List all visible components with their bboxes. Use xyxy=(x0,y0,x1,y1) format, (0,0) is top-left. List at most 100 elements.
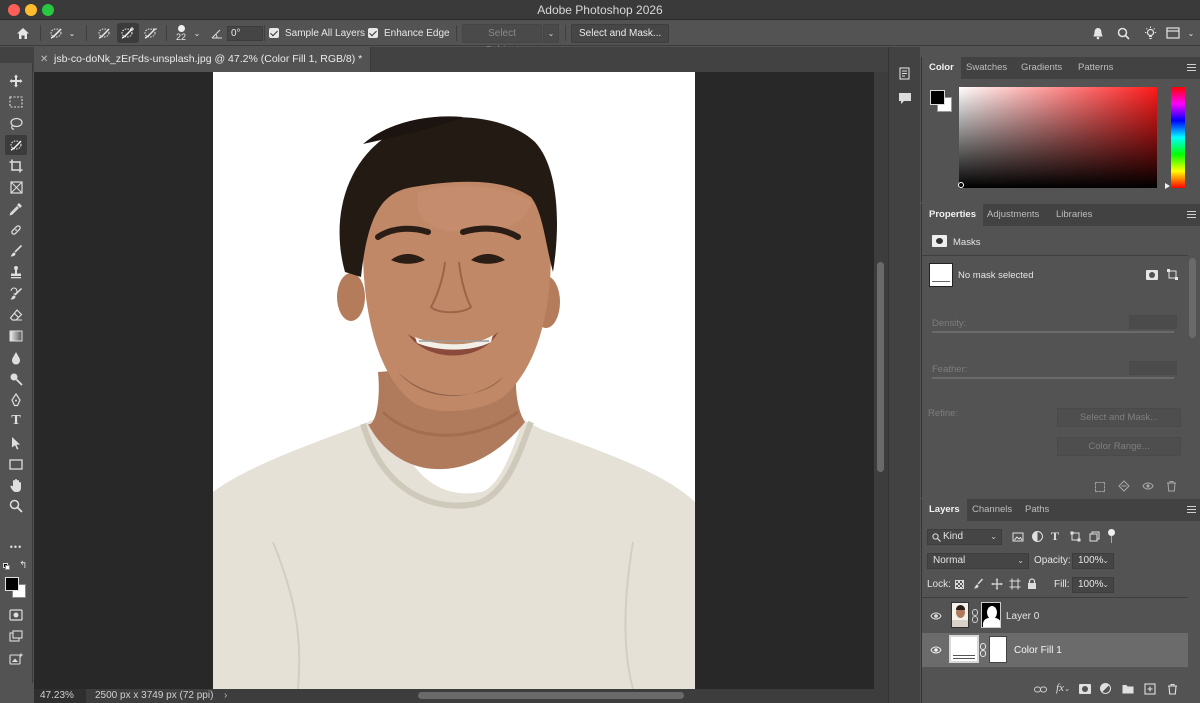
feather-slider[interactable] xyxy=(932,377,1174,379)
delete-mask-trash-icon[interactable] xyxy=(1166,480,1177,495)
pen-tool-icon[interactable] xyxy=(5,390,27,410)
new-layer-icon[interactable] xyxy=(1144,683,1156,698)
layer-name[interactable]: Layer 0 xyxy=(1006,611,1039,622)
delete-layer-trash-icon[interactable] xyxy=(1167,683,1178,698)
document-tab[interactable]: ✕ jsb-co-doNk_zErFds-unsplash.jpg @ 47.2… xyxy=(34,47,372,72)
screen-mode-icon[interactable] xyxy=(5,626,27,646)
new-adjustment-layer-icon[interactable] xyxy=(1100,683,1111,694)
filter-toggle-icon[interactable] xyxy=(1108,529,1115,536)
eyedropper-tool-icon[interactable] xyxy=(5,199,27,219)
tool-preset-picker[interactable]: ⌄ xyxy=(46,23,78,43)
dodge-tool-icon[interactable] xyxy=(5,369,27,389)
foreground-color-swatch[interactable] xyxy=(5,577,19,591)
link-layers-icon[interactable] xyxy=(1034,685,1047,697)
eraser-tool-icon[interactable] xyxy=(5,305,27,325)
add-layer-mask-icon[interactable] xyxy=(1079,684,1091,694)
new-group-folder-icon[interactable] xyxy=(1122,684,1134,697)
tab-libraries[interactable]: Libraries xyxy=(1049,204,1099,226)
properties-panel-menu-icon[interactable] xyxy=(1187,211,1196,218)
add-vector-mask-icon[interactable] xyxy=(1166,268,1179,284)
density-slider[interactable] xyxy=(932,331,1174,333)
subtract-from-selection-button[interactable] xyxy=(140,23,162,43)
search-icon[interactable] xyxy=(1114,23,1132,43)
add-pixel-mask-icon[interactable] xyxy=(1146,270,1158,280)
chain-link-icon[interactable] xyxy=(972,609,978,626)
disable-mask-eye-icon[interactable] xyxy=(1142,481,1154,494)
add-to-selection-button[interactable] xyxy=(117,23,139,43)
layer-0-mask-thumbnail[interactable] xyxy=(981,602,1001,628)
rectangle-tool-icon[interactable] xyxy=(5,454,27,474)
tab-layers[interactable]: Layers xyxy=(922,499,967,521)
properties-scrollbar[interactable] xyxy=(1189,258,1196,338)
fill-field[interactable]: 100% ⌄ xyxy=(1072,577,1114,593)
comments-panel-icon[interactable] xyxy=(896,89,914,107)
chain-link-icon[interactable] xyxy=(980,643,986,660)
gradient-tool-icon[interactable] xyxy=(5,326,27,346)
apply-mask-icon[interactable] xyxy=(1118,480,1130,495)
notifications-bell-icon[interactable] xyxy=(1089,23,1107,43)
density-field[interactable] xyxy=(1129,315,1177,329)
horizontal-scroll-thumb[interactable] xyxy=(418,692,684,699)
brush-size-dropdown[interactable]: ⌄ xyxy=(192,23,202,43)
angle-field[interactable]: 0° xyxy=(227,25,263,41)
default-colors-icon[interactable] xyxy=(3,563,10,570)
color-range-button[interactable]: Color Range... xyxy=(1057,437,1181,456)
filter-type-layers-icon[interactable]: T xyxy=(1051,529,1059,544)
type-tool-icon[interactable]: T xyxy=(5,411,27,431)
quick-selection-tool-icon[interactable] xyxy=(5,135,27,155)
history-brush-tool-icon[interactable] xyxy=(5,284,27,304)
zoom-tool-icon[interactable] xyxy=(5,496,27,516)
path-selection-tool-icon[interactable] xyxy=(5,433,27,453)
color-panel-menu-icon[interactable] xyxy=(1187,64,1196,71)
layer-row-color-fill-1[interactable]: Color Fill 1 xyxy=(922,633,1188,667)
blend-mode-dropdown[interactable]: Normal ⌄ xyxy=(927,553,1029,569)
swap-colors-icon[interactable]: ↰ xyxy=(19,560,27,571)
canvas-area[interactable] xyxy=(34,72,874,689)
filter-adjustment-layers-icon[interactable] xyxy=(1032,531,1043,542)
lock-position-move-icon[interactable] xyxy=(991,578,1003,593)
new-selection-mode-button[interactable] xyxy=(94,23,116,43)
status-menu-arrow[interactable]: › xyxy=(224,689,227,703)
workspace-switcher-icon[interactable] xyxy=(1164,23,1182,43)
hue-slider[interactable] xyxy=(1171,87,1185,188)
blur-tool-icon[interactable] xyxy=(5,348,27,368)
layers-panel-menu-icon[interactable] xyxy=(1187,506,1196,513)
color-fill-mask-thumbnail[interactable] xyxy=(989,636,1007,663)
clone-stamp-tool-icon[interactable] xyxy=(5,262,27,282)
tab-paths[interactable]: Paths xyxy=(1018,499,1056,521)
enhance-edge-checkbox[interactable]: Enhance Edge xyxy=(368,23,450,43)
sample-all-layers-checkbox[interactable]: Sample All Layers xyxy=(269,23,365,43)
edit-toolbar-more-icon[interactable]: ••• xyxy=(5,537,27,557)
workspace-dropdown-chevron-icon[interactable]: ⌄ xyxy=(1185,23,1197,43)
frame-tool-icon[interactable] xyxy=(5,177,27,197)
foreground-color-chip[interactable] xyxy=(930,90,945,105)
feather-field[interactable] xyxy=(1129,361,1177,375)
move-tool-icon[interactable] xyxy=(5,71,27,91)
visibility-eye-icon[interactable] xyxy=(930,645,942,655)
select-and-mask-button[interactable]: Select and Mask... xyxy=(571,23,670,43)
color-field[interactable] xyxy=(959,87,1157,188)
layer-style-fx-icon[interactable]: fx⌄ xyxy=(1056,682,1070,694)
layer-row-layer-0[interactable]: Layer 0 xyxy=(922,599,1188,633)
refine-select-and-mask-button[interactable]: Select and Mask... xyxy=(1057,408,1181,427)
lock-image-pixels-brush-icon[interactable] xyxy=(973,578,984,593)
load-selection-from-mask-icon[interactable] xyxy=(1095,482,1105,492)
brush-tool-icon[interactable] xyxy=(5,241,27,261)
home-button[interactable] xyxy=(12,23,34,43)
discover-lightbulb-icon[interactable] xyxy=(1141,23,1159,43)
tab-gradients[interactable]: Gradients xyxy=(1014,57,1069,79)
generative-fill-icon[interactable] xyxy=(5,648,27,668)
tab-swatches[interactable]: Swatches xyxy=(959,57,1014,79)
zoom-level-field[interactable]: 47.23% xyxy=(34,689,86,703)
tab-adjustments[interactable]: Adjustments xyxy=(980,204,1046,226)
rectangular-marquee-tool-icon[interactable] xyxy=(5,92,27,112)
filter-pixel-layers-icon[interactable] xyxy=(1012,532,1024,545)
opacity-field[interactable]: 100% ⌄ xyxy=(1072,553,1114,569)
layer-name[interactable]: Color Fill 1 xyxy=(1014,645,1062,656)
lock-transparent-pixels-icon[interactable] xyxy=(955,580,964,589)
layer-filter-kind-dropdown[interactable]: Kind ⌄ xyxy=(927,529,1002,545)
close-tab-icon[interactable]: ✕ xyxy=(40,47,48,72)
tab-patterns[interactable]: Patterns xyxy=(1071,57,1120,79)
lasso-tool-icon[interactable] xyxy=(5,114,27,134)
color-field-picker[interactable] xyxy=(958,182,964,188)
